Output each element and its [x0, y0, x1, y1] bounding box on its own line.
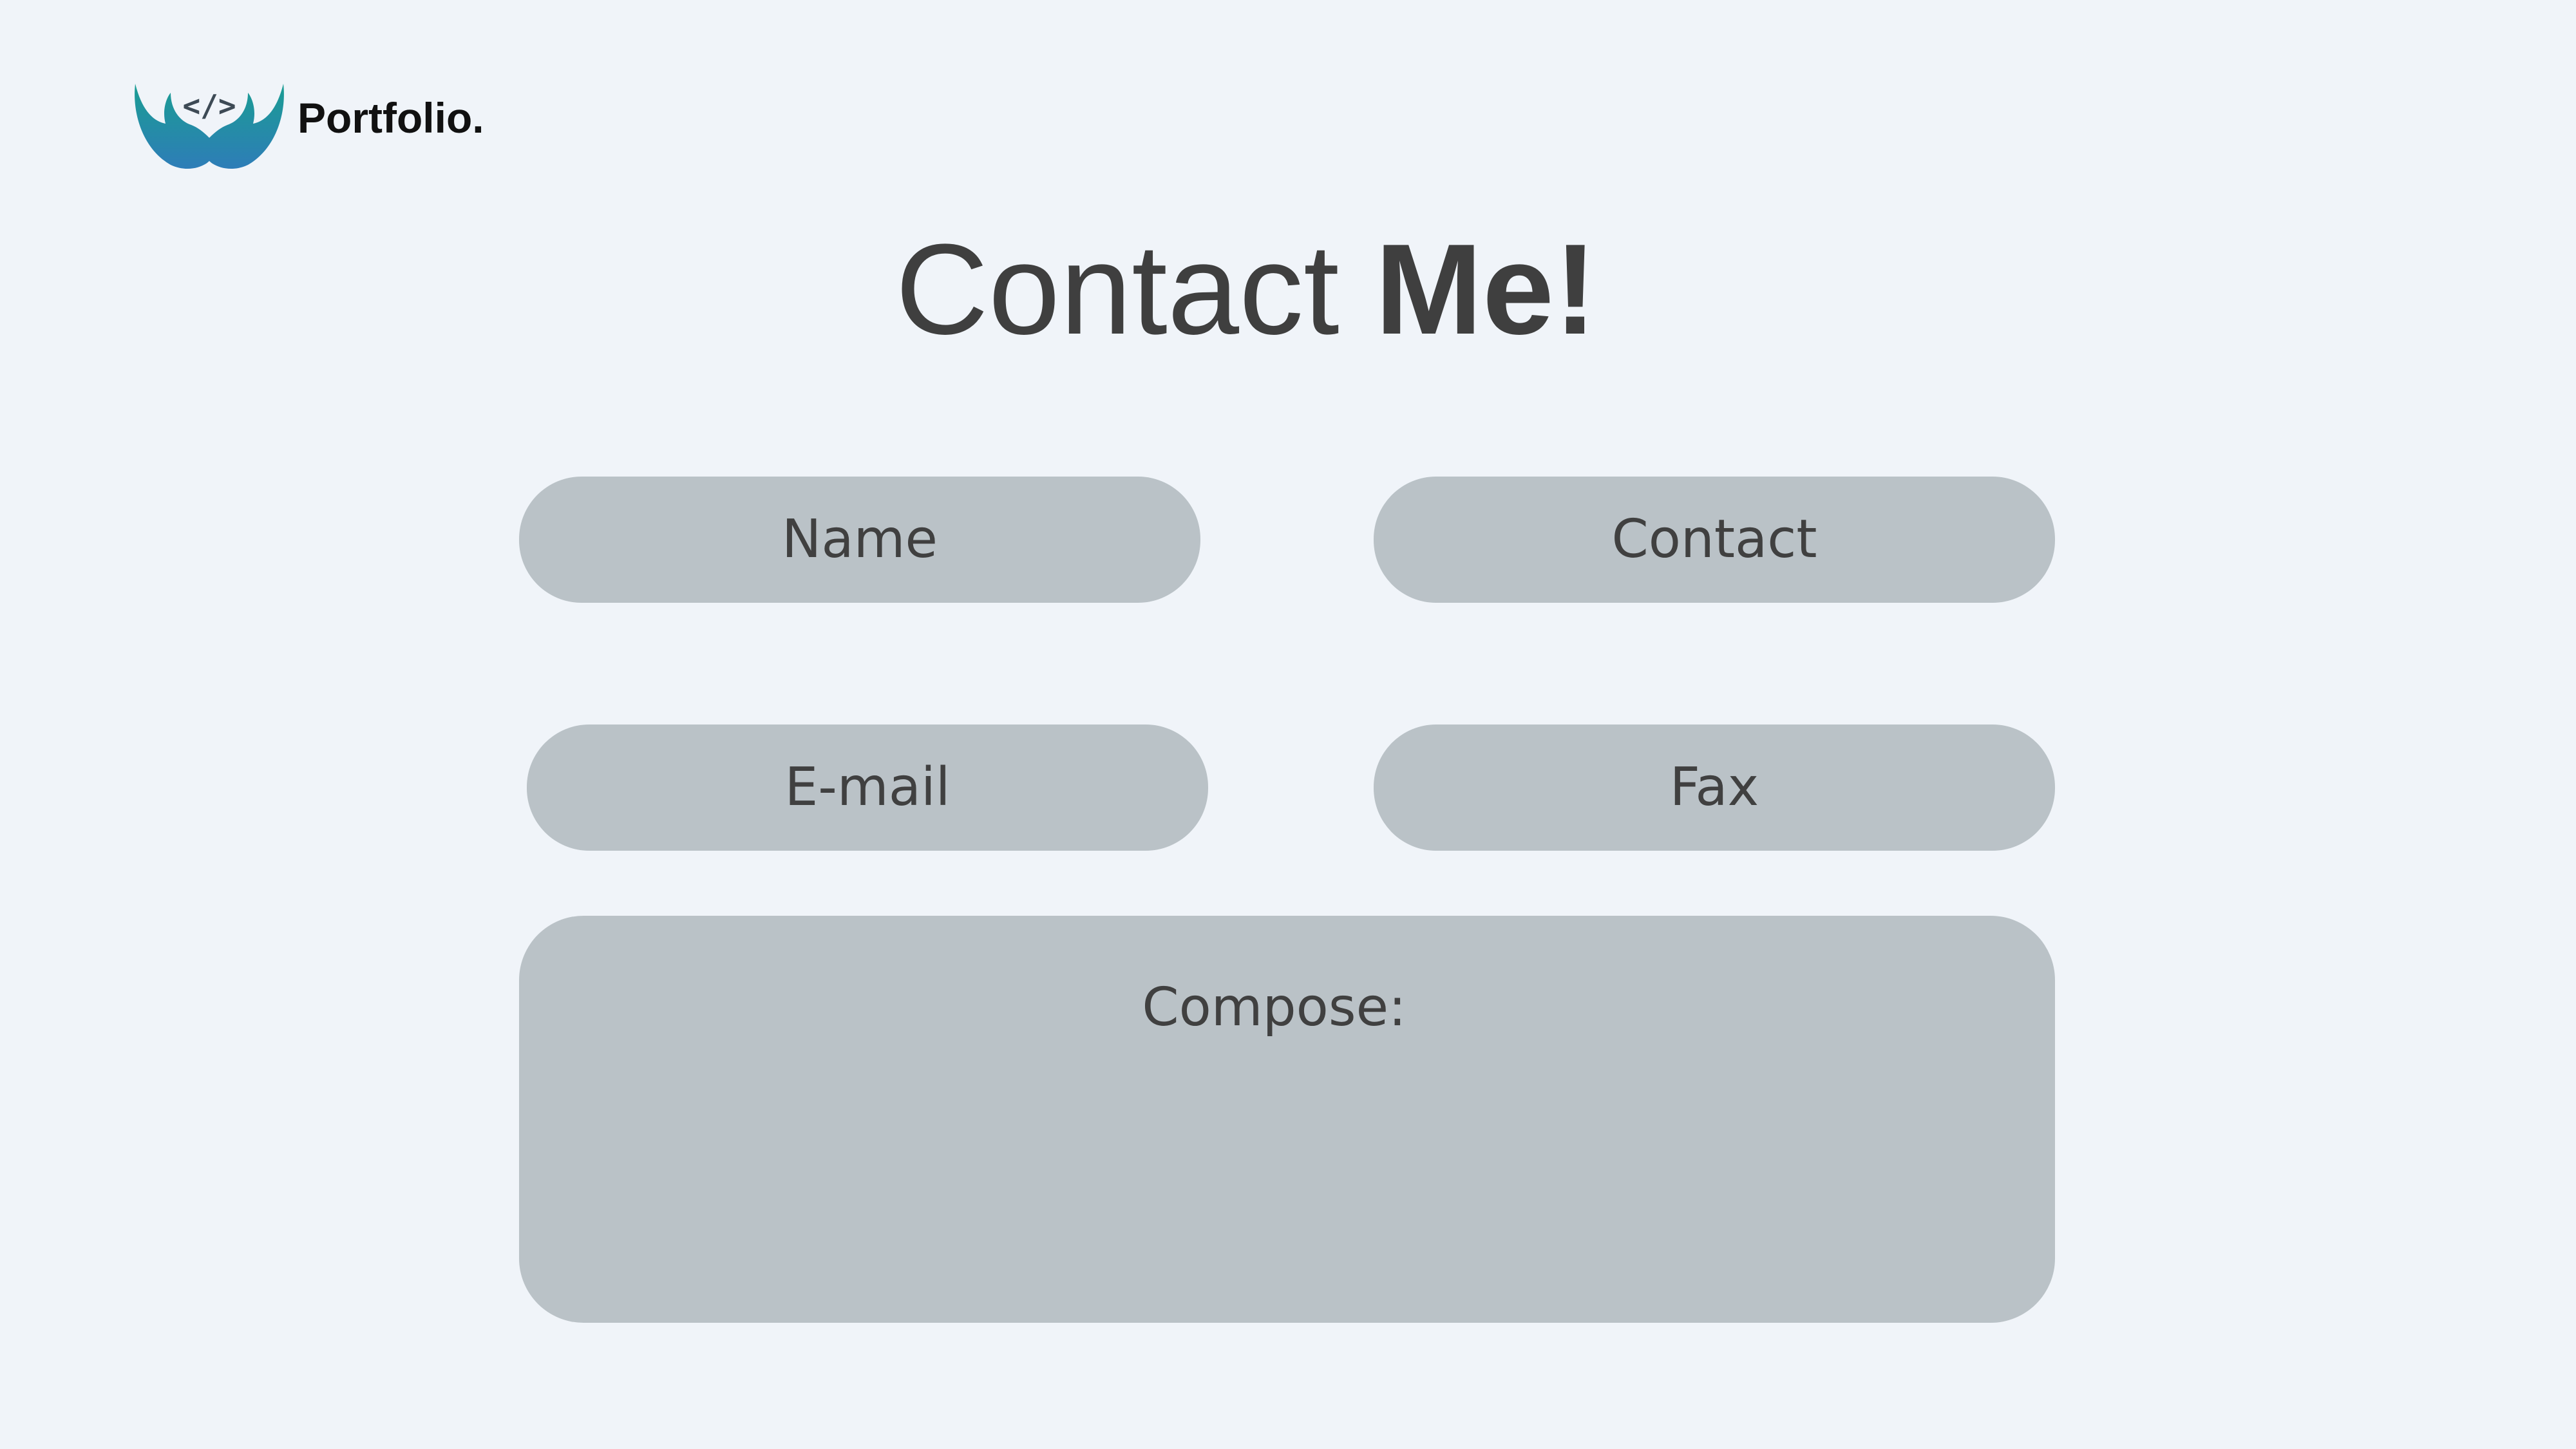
name-field-placeholder: Name: [782, 509, 938, 570]
title-light: Contact: [895, 218, 1340, 361]
name-field[interactable]: Name: [519, 477, 1200, 603]
fax-field-placeholder: Fax: [1669, 757, 1759, 818]
email-field-placeholder: E-mail: [784, 757, 951, 818]
code-brackets-icon: </>: [182, 88, 236, 123]
compose-textarea[interactable]: Compose:: [519, 916, 2055, 1323]
contact-field[interactable]: Contact: [1374, 477, 2055, 603]
compose-placeholder: Compose:: [1142, 977, 1406, 1038]
fax-field[interactable]: Fax: [1374, 724, 2055, 851]
page-title: Contact Me!: [0, 225, 2492, 354]
contact-field-placeholder: Contact: [1611, 509, 1817, 570]
logo-icon: </>: [135, 84, 284, 169]
email-field[interactable]: E-mail: [527, 724, 1208, 851]
title-bold: Me!: [1375, 218, 1597, 361]
brand-name[interactable]: Portfolio.: [298, 97, 484, 139]
